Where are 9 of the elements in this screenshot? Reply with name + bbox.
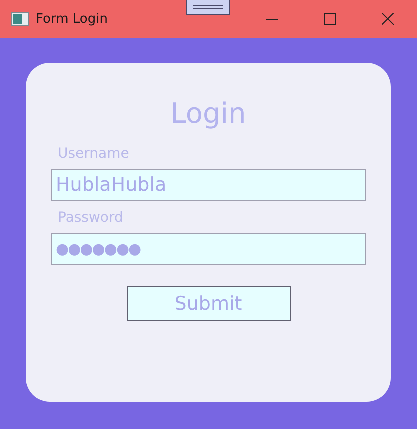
login-heading: Login <box>170 97 248 130</box>
username-field[interactable]: HublaHubla <box>51 169 366 201</box>
grip-handle-icon[interactable] <box>186 0 230 15</box>
password-field[interactable]: ●●●●●●● <box>51 233 366 265</box>
window-icon <box>11 12 29 26</box>
close-icon[interactable] <box>382 13 394 25</box>
window-title: Form Login <box>36 12 108 26</box>
submit-button[interactable]: Submit <box>126 286 290 321</box>
maximize-icon[interactable] <box>324 13 336 25</box>
